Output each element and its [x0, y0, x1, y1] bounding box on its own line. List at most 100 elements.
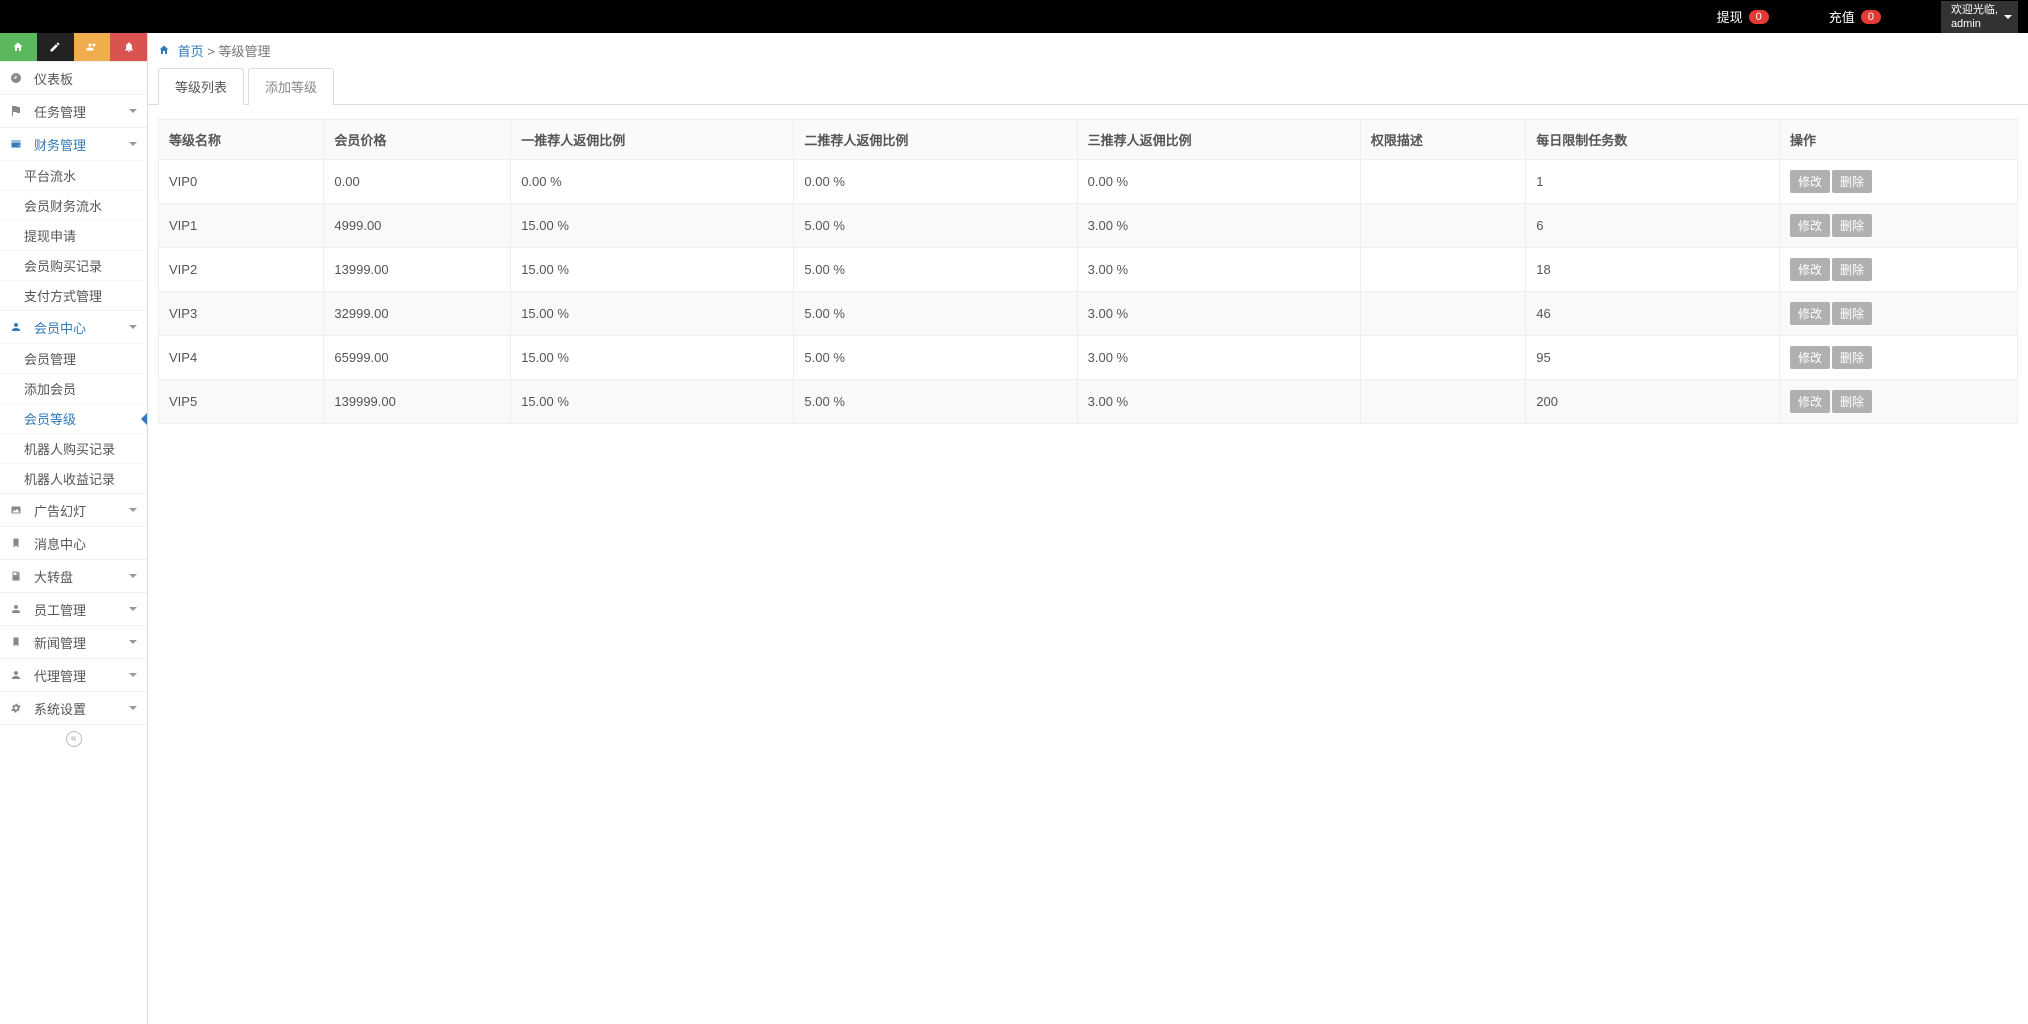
- sidebar-item-2[interactable]: 财务管理: [0, 128, 147, 160]
- topbar-withdraw-badge: 0: [1749, 10, 1769, 24]
- table-cell-actions: 修改删除: [1780, 160, 2018, 204]
- sidebar-subitem-2-4[interactable]: 支付方式管理: [0, 280, 147, 310]
- sidebar-item-1[interactable]: 任务管理: [0, 95, 147, 127]
- sidebar-item-label: 大转盘: [34, 567, 129, 586]
- sidebar-subitem-3-2[interactable]: 会员等级: [0, 403, 147, 433]
- user-icon: [10, 321, 28, 333]
- topbar-recharge[interactable]: 充值 0: [1829, 7, 1881, 26]
- topbar-welcome: 欢迎光临,: [1951, 3, 1998, 17]
- chevron-left-icon: «: [66, 731, 82, 747]
- sidebar-item-5[interactable]: 消息中心: [0, 527, 147, 559]
- chevron-down-icon: [129, 640, 137, 644]
- pencil-icon: [49, 41, 61, 53]
- table-cell: [1360, 380, 1525, 424]
- delete-button[interactable]: 删除: [1832, 214, 1872, 237]
- edit-button[interactable]: 修改: [1790, 258, 1830, 281]
- gear-icon: [10, 702, 28, 714]
- toolbar-home-button[interactable]: [0, 33, 37, 61]
- table-cell-actions: 修改删除: [1780, 248, 2018, 292]
- delete-button[interactable]: 删除: [1832, 390, 1872, 413]
- table-cell: VIP2: [159, 248, 324, 292]
- sidebar: 仪表板任务管理财务管理平台流水会员财务流水提现申请会员购买记录支付方式管理会员中…: [0, 33, 148, 1024]
- users-icon: [86, 41, 98, 53]
- table-header-5: 权限描述: [1360, 120, 1525, 160]
- table-cell: 15.00 %: [511, 336, 794, 380]
- edit-button[interactable]: 修改: [1790, 302, 1830, 325]
- table-cell: VIP5: [159, 380, 324, 424]
- table-row: VIP00.000.00 %0.00 %0.00 %1修改删除: [159, 160, 2018, 204]
- toolbar-edit-button[interactable]: [37, 33, 74, 61]
- delete-button[interactable]: 删除: [1832, 258, 1872, 281]
- table-cell: 15.00 %: [511, 204, 794, 248]
- sidebar-item-label: 员工管理: [34, 600, 129, 619]
- table-row: VIP465999.0015.00 %5.00 %3.00 %95修改删除: [159, 336, 2018, 380]
- sidebar-collapse-toggle[interactable]: «: [0, 725, 147, 751]
- table-cell-actions: 修改删除: [1780, 292, 2018, 336]
- sidebar-item-label: 任务管理: [34, 102, 129, 121]
- sidebar-item-7[interactable]: 员工管理: [0, 593, 147, 625]
- bookmark-icon: [10, 537, 28, 549]
- sidebar-item-6[interactable]: 大转盘: [0, 560, 147, 592]
- table-cell: 13999.00: [324, 248, 511, 292]
- sidebar-subitem-3-0[interactable]: 会员管理: [0, 343, 147, 373]
- delete-button[interactable]: 删除: [1832, 170, 1872, 193]
- delete-button[interactable]: 删除: [1832, 346, 1872, 369]
- table-cell: [1360, 292, 1525, 336]
- sidebar-item-0[interactable]: 仪表板: [0, 62, 147, 94]
- table-header-2: 一推荐人返佣比例: [511, 120, 794, 160]
- table-header-0: 等级名称: [159, 120, 324, 160]
- table-cell: 0.00: [324, 160, 511, 204]
- topbar-recharge-label: 充值: [1829, 7, 1855, 26]
- table-row: VIP14999.0015.00 %5.00 %3.00 %6修改删除: [159, 204, 2018, 248]
- sidebar-subitem-2-1[interactable]: 会员财务流水: [0, 190, 147, 220]
- chevron-down-icon: [2004, 15, 2012, 19]
- table-cell: [1360, 204, 1525, 248]
- tab-add-level[interactable]: 添加等级: [248, 68, 334, 105]
- sidebar-submenu-2: 平台流水会员财务流水提现申请会员购买记录支付方式管理: [0, 160, 147, 310]
- table-cell-actions: 修改删除: [1780, 336, 2018, 380]
- sidebar-item-label: 系统设置: [34, 699, 129, 718]
- table-cell: 0.00 %: [511, 160, 794, 204]
- topbar-recharge-badge: 0: [1861, 10, 1881, 24]
- table-cell: 5.00 %: [794, 336, 1077, 380]
- chevron-down-icon: [129, 574, 137, 578]
- sidebar-subitem-2-2[interactable]: 提现申请: [0, 220, 147, 250]
- sidebar-item-9[interactable]: 代理管理: [0, 659, 147, 691]
- sidebar-item-3[interactable]: 会员中心: [0, 311, 147, 343]
- edit-button[interactable]: 修改: [1790, 214, 1830, 237]
- table-cell: 95: [1526, 336, 1780, 380]
- edit-button[interactable]: 修改: [1790, 346, 1830, 369]
- sidebar-item-8[interactable]: 新闻管理: [0, 626, 147, 658]
- toolbar-alert-button[interactable]: [110, 33, 147, 61]
- content-panel: 等级名称会员价格一推荐人返佣比例二推荐人返佣比例三推荐人返佣比例权限描述每日限制…: [148, 105, 2028, 424]
- table-header-4: 三推荐人返佣比例: [1077, 120, 1360, 160]
- edit-button[interactable]: 修改: [1790, 390, 1830, 413]
- edit-button[interactable]: 修改: [1790, 170, 1830, 193]
- delete-button[interactable]: 删除: [1832, 302, 1872, 325]
- topbar-withdraw-label: 提现: [1717, 7, 1743, 26]
- sidebar-subitem-2-0[interactable]: 平台流水: [0, 160, 147, 190]
- table-row: VIP332999.0015.00 %5.00 %3.00 %46修改删除: [159, 292, 2018, 336]
- sidebar-subitem-3-1[interactable]: 添加会员: [0, 373, 147, 403]
- topbar-withdraw[interactable]: 提现 0: [1717, 7, 1769, 26]
- sidebar-menu: 仪表板任务管理财务管理平台流水会员财务流水提现申请会员购买记录支付方式管理会员中…: [0, 62, 147, 725]
- toolbar-users-button[interactable]: [74, 33, 111, 61]
- sidebar-item-10[interactable]: 系统设置: [0, 692, 147, 724]
- sidebar-item-4[interactable]: 广告幻灯: [0, 494, 147, 526]
- sidebar-subitem-3-3[interactable]: 机器人购买记录: [0, 433, 147, 463]
- table-cell: [1360, 160, 1525, 204]
- table-cell: 0.00 %: [1077, 160, 1360, 204]
- tab-level-list[interactable]: 等级列表: [158, 68, 244, 105]
- level-table: 等级名称会员价格一推荐人返佣比例二推荐人返佣比例三推荐人返佣比例权限描述每日限制…: [158, 119, 2018, 424]
- sidebar-item-label: 会员中心: [34, 318, 129, 337]
- breadcrumb-home-link[interactable]: 首页: [178, 44, 204, 59]
- sidebar-item-label: 广告幻灯: [34, 501, 129, 520]
- sidebar-subitem-2-3[interactable]: 会员购买记录: [0, 250, 147, 280]
- table-cell: VIP0: [159, 160, 324, 204]
- chevron-down-icon: [129, 706, 137, 710]
- bookmark-icon: [10, 636, 28, 648]
- breadcrumb-current: 等级管理: [218, 44, 270, 59]
- table-cell: 18: [1526, 248, 1780, 292]
- sidebar-subitem-3-4[interactable]: 机器人收益记录: [0, 463, 147, 493]
- topbar-user-menu[interactable]: 欢迎光临, admin: [1941, 1, 2018, 33]
